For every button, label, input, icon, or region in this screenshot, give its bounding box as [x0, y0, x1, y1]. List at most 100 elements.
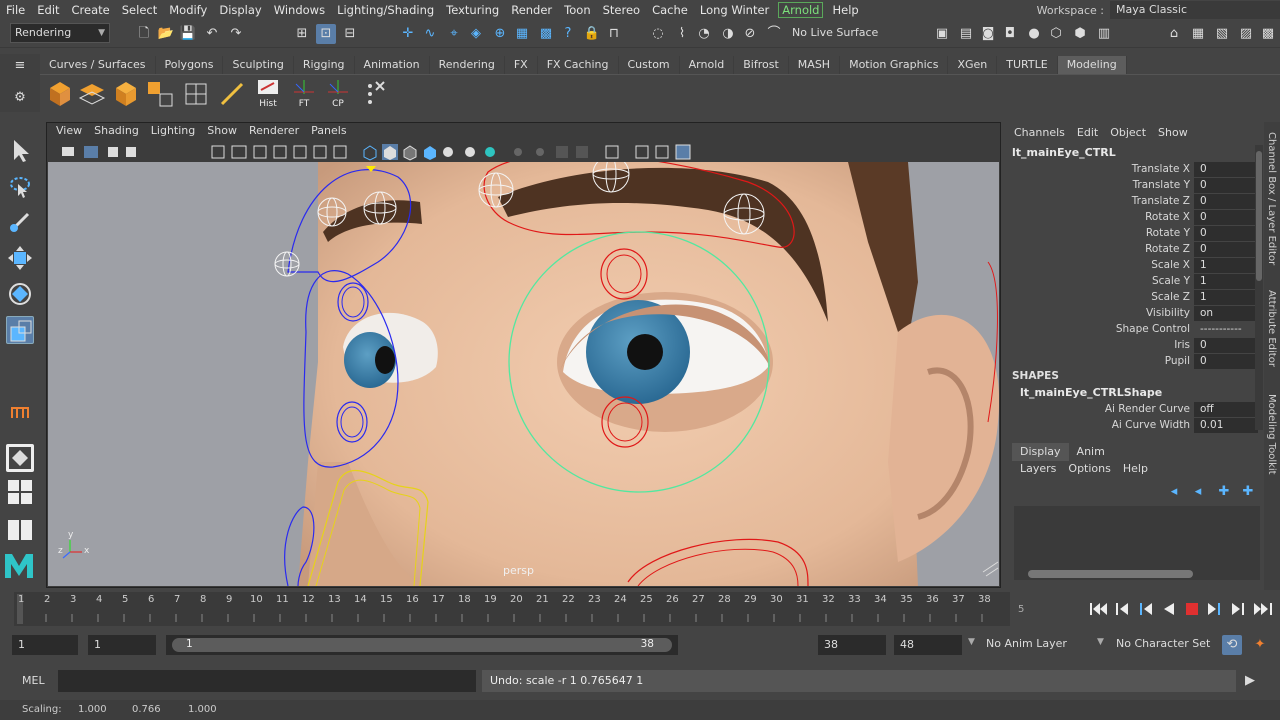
- attr-scale-x[interactable]: Scale X 1: [1008, 258, 1258, 274]
- tweak-icon[interactable]: ⊘: [740, 24, 760, 44]
- separate-icon[interactable]: [144, 78, 176, 110]
- shelf-tab-custom[interactable]: Custom: [619, 56, 680, 74]
- attr-value[interactable]: 1: [1194, 290, 1258, 305]
- extract-icon[interactable]: [44, 78, 76, 110]
- cb-menu-show[interactable]: Show: [1152, 126, 1194, 139]
- attr-visibility[interactable]: Visibility on: [1008, 306, 1258, 322]
- layer-up-icon[interactable]: ◂: [1164, 482, 1184, 502]
- shelf-tab-curves-surfaces[interactable]: Curves / Surfaces: [40, 56, 156, 74]
- attr-rotate-y[interactable]: Rotate Y 0: [1008, 226, 1258, 242]
- paint-select-tool-icon[interactable]: [6, 208, 34, 236]
- menu-render[interactable]: Render: [505, 3, 558, 17]
- side-tab-channel-box[interactable]: Channel Box / Layer Editor: [1266, 132, 1277, 265]
- shelf-tab-bifrost[interactable]: Bifrost: [734, 56, 789, 74]
- redo-icon[interactable]: ↷: [226, 24, 246, 44]
- shape-name[interactable]: lt_mainEye_CTRLShape: [1020, 386, 1162, 399]
- character-set-dropdown[interactable]: No Character Set: [1116, 637, 1216, 650]
- layer-down-icon[interactable]: ◂: [1188, 482, 1208, 502]
- attr-value[interactable]: 1: [1194, 274, 1258, 289]
- select-tool-icon[interactable]: [6, 136, 34, 164]
- attr-value[interactable]: 0: [1194, 338, 1258, 353]
- range-slider[interactable]: 1 38: [166, 635, 678, 655]
- menu-edit[interactable]: Edit: [31, 3, 65, 17]
- menu-display[interactable]: Display: [213, 3, 267, 17]
- vp-menu-shading[interactable]: Shading: [88, 124, 145, 142]
- arnold-ipr-icon[interactable]: ⬢: [1070, 24, 1090, 44]
- attr-value[interactable]: on: [1194, 306, 1258, 321]
- shelf-tab-arnold[interactable]: Arnold: [680, 56, 735, 74]
- attr-value[interactable]: 0.01: [1194, 418, 1258, 433]
- four-view-icon[interactable]: [6, 478, 34, 508]
- vp-menu-show[interactable]: Show: [201, 124, 243, 142]
- attr-rotate-z[interactable]: Rotate Z 0: [1008, 242, 1258, 258]
- freeze-transform-button[interactable]: FT: [288, 78, 320, 110]
- magnet-icon[interactable]: ⊓: [604, 24, 624, 44]
- outliner-view-icon[interactable]: [6, 516, 34, 544]
- select-component-icon[interactable]: ⊟: [340, 24, 360, 44]
- menu-cache[interactable]: Cache: [646, 3, 694, 17]
- menu-stereo[interactable]: Stereo: [597, 3, 646, 17]
- end-time-field[interactable]: 48: [894, 635, 962, 655]
- snap-live-icon[interactable]: ▩: [536, 24, 556, 44]
- attr-ai-render-curve[interactable]: Ai Render Curve off: [1008, 402, 1258, 418]
- hist-button[interactable]: Hist: [252, 78, 284, 110]
- menu-long-winter[interactable]: Long Winter: [694, 3, 775, 17]
- shelf-tab-rendering[interactable]: Rendering: [430, 56, 505, 74]
- attr-value[interactable]: 0: [1194, 210, 1258, 225]
- anim-layer-dropdown[interactable]: No Anim Layer: [986, 637, 1092, 650]
- soft-select-icon[interactable]: ◔: [694, 24, 714, 44]
- open-scene-icon[interactable]: 📂: [156, 24, 176, 44]
- attr-translate-y[interactable]: Translate Y 0: [1008, 178, 1258, 194]
- menu-select[interactable]: Select: [116, 3, 163, 17]
- time-slider[interactable]: 1 2 3 4 5 6 7 8 9 10 11 12 13 14 15 16 1…: [14, 592, 1010, 626]
- arnold-render-icon[interactable]: ⬡: [1046, 24, 1066, 44]
- single-view-icon[interactable]: [6, 444, 34, 472]
- attr-scale-z[interactable]: Scale Z 1: [1008, 290, 1258, 306]
- pencil-icon[interactable]: [216, 78, 248, 110]
- move-tool-icon[interactable]: [6, 244, 34, 272]
- shelf-tab-rigging[interactable]: Rigging: [294, 56, 355, 74]
- hypershade-icon[interactable]: ●: [1024, 24, 1044, 44]
- new-layer-icon[interactable]: ✚: [1214, 482, 1234, 502]
- attribute-editor-icon[interactable]: ▦: [1188, 24, 1208, 44]
- auto-key-icon[interactable]: ⟲: [1222, 635, 1242, 655]
- layer-list-scrollbar[interactable]: [1014, 568, 1260, 580]
- cube-icon[interactable]: [110, 78, 142, 110]
- playback-end-field[interactable]: 38: [818, 635, 886, 655]
- shelf-tab-animation[interactable]: Animation: [355, 56, 430, 74]
- menuset-dropdown[interactable]: Rendering ▼: [10, 23, 110, 43]
- shelf-tab-turtle[interactable]: TURTLE: [997, 56, 1058, 74]
- shelf-tab-mash[interactable]: MASH: [789, 56, 841, 74]
- outliner-icon[interactable]: ▩: [1258, 24, 1278, 44]
- le-menu-help[interactable]: Help: [1117, 462, 1154, 475]
- render-frame-icon[interactable]: ▤: [956, 24, 976, 44]
- channel-box-icon[interactable]: ▨: [1236, 24, 1256, 44]
- shelf-tab-xgen[interactable]: XGen: [948, 56, 998, 74]
- tab-anim[interactable]: Anim: [1069, 443, 1113, 461]
- new-scene-icon[interactable]: 🗋: [134, 24, 154, 44]
- attr-value[interactable]: 0: [1194, 178, 1258, 193]
- reflection-icon[interactable]: ◑: [718, 24, 738, 44]
- select-object-icon[interactable]: ⊡: [316, 24, 336, 44]
- layer-list[interactable]: [1014, 506, 1260, 568]
- menu-create[interactable]: Create: [66, 3, 116, 17]
- modeling-toolkit-icon[interactable]: ⌂: [1164, 24, 1184, 44]
- channel-box-scrollbar[interactable]: [1255, 145, 1263, 430]
- last-tool-icon[interactable]: [6, 398, 34, 426]
- tab-display[interactable]: Display: [1012, 443, 1069, 461]
- center-pivot-button[interactable]: CP: [322, 78, 354, 110]
- snap-surface-icon[interactable]: ⊕: [490, 24, 510, 44]
- new-layer-selected-icon[interactable]: ✚: [1238, 482, 1258, 502]
- combine-icon[interactable]: [76, 78, 108, 110]
- cb-menu-edit[interactable]: Edit: [1071, 126, 1104, 139]
- le-menu-layers[interactable]: Layers: [1014, 462, 1062, 475]
- shelf-settings-icon[interactable]: ⚙: [10, 88, 30, 108]
- attr-value[interactable]: 0: [1194, 162, 1258, 177]
- vp-menu-lighting[interactable]: Lighting: [145, 124, 201, 142]
- shelf-menu-icon[interactable]: ≡: [10, 56, 30, 76]
- snap-grid-icon[interactable]: ✛: [398, 24, 418, 44]
- chevron-down-icon[interactable]: ▼: [968, 637, 975, 647]
- script-editor-icon[interactable]: ▶: [1240, 671, 1260, 691]
- toggle-panel-icon[interactable]: ▥: [1094, 24, 1114, 44]
- save-scene-icon[interactable]: 💾: [178, 24, 198, 44]
